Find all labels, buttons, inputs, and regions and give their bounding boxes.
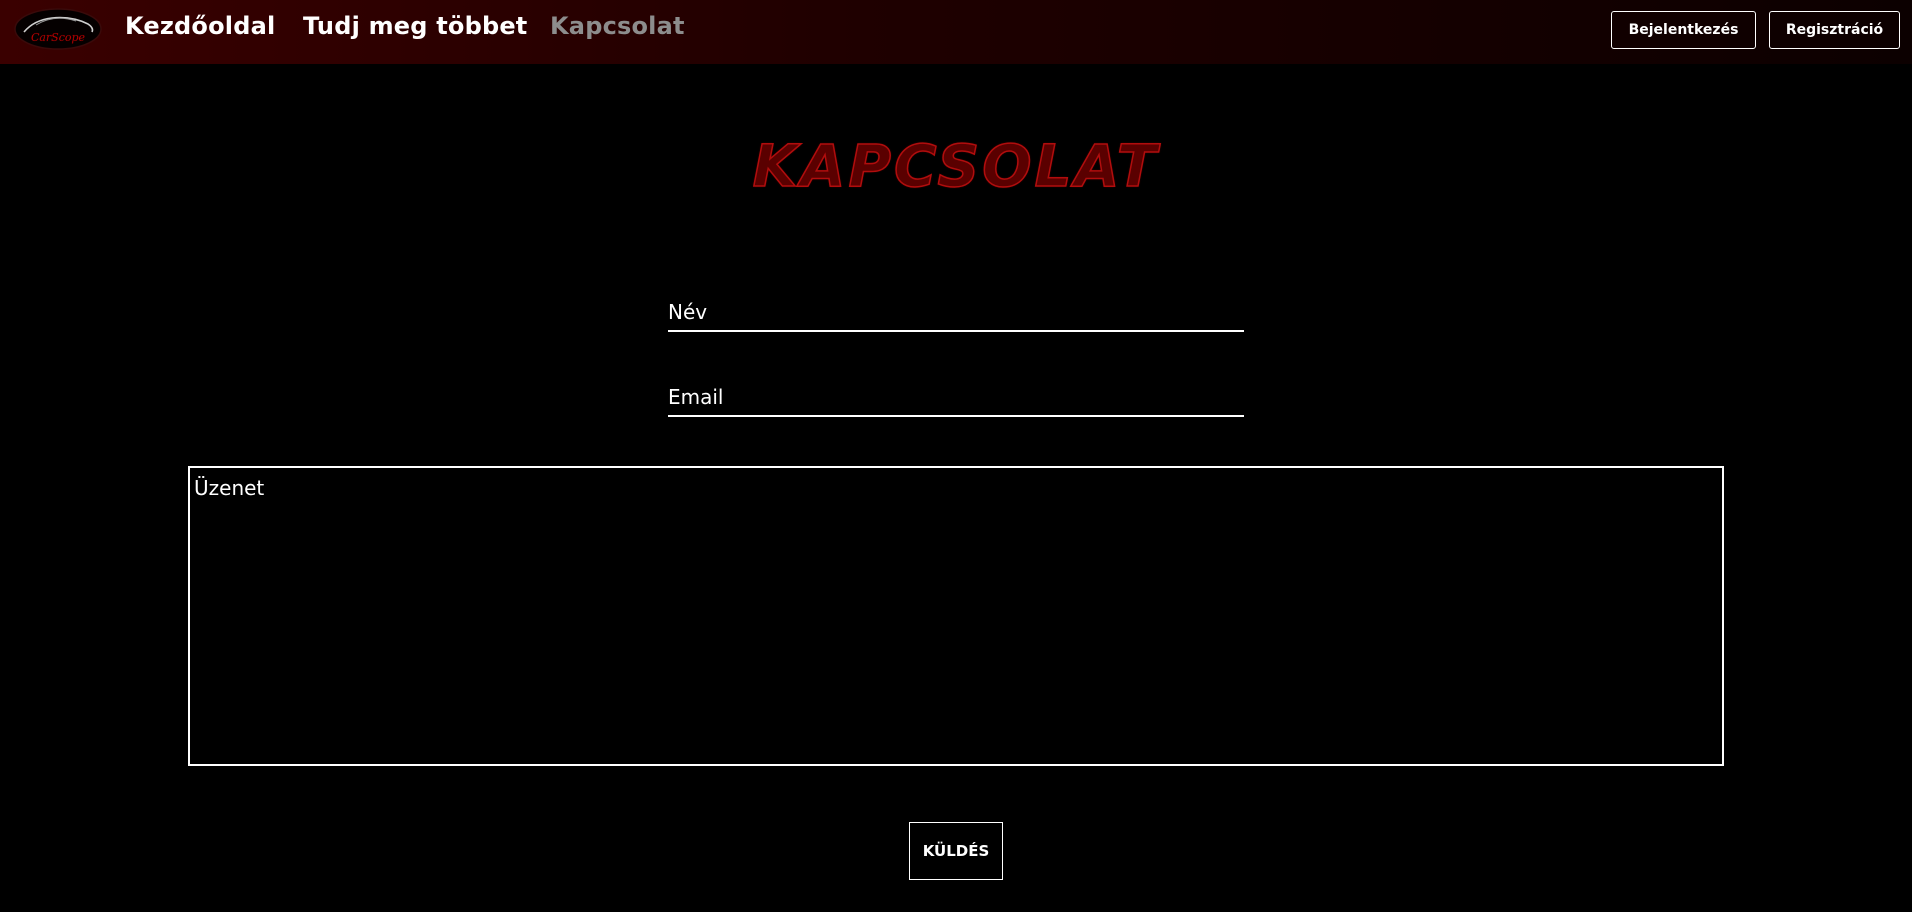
register-button[interactable]: Regisztráció	[1769, 11, 1900, 49]
carscope-logo[interactable]: CarScope	[14, 8, 102, 50]
login-button[interactable]: Bejelentkezés	[1611, 11, 1756, 49]
name-field[interactable]	[668, 288, 1244, 332]
logo-text: CarScope	[31, 31, 86, 44]
nav-link-learn-more[interactable]: Tudj meg többet	[303, 12, 527, 40]
navbar: CarScope Kezdőoldal Tudj meg többet Kapc…	[0, 0, 1912, 64]
nav-link-home[interactable]: Kezdőoldal	[125, 12, 275, 40]
nav-link-contact[interactable]: Kapcsolat	[550, 12, 685, 40]
send-button[interactable]: KÜLDÉS	[909, 822, 1003, 880]
page-title: KAPCSOLAT	[752, 131, 1160, 201]
email-field[interactable]	[668, 373, 1244, 417]
message-field[interactable]	[188, 466, 1724, 766]
